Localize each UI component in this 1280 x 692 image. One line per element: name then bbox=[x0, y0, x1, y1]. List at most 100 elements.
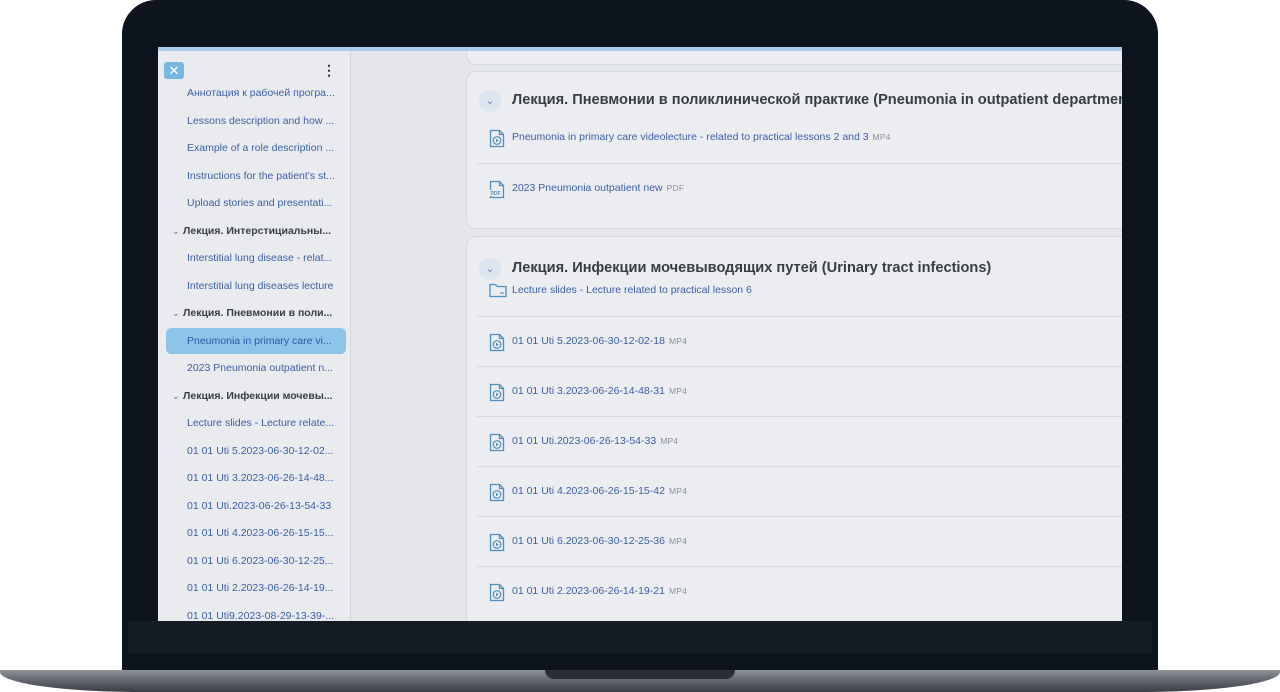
activity-name: 01 01 Uti 2.2023-06-26-14-19-21 bbox=[512, 585, 665, 597]
activity-name: Lecture slides - Lecture related to prac… bbox=[512, 284, 752, 296]
close-icon[interactable]: ✕ bbox=[164, 62, 184, 79]
course-index-section[interactable]: ⌄ Лекция. Интерстициальны... bbox=[166, 218, 346, 244]
activity-name: 01 01 Uti 6.2023-06-30-12-25-36 bbox=[512, 535, 665, 547]
course-index-section[interactable]: ⌄ Лекция. Инфекции мочевы... bbox=[166, 383, 346, 409]
svg-text:PDF: PDF bbox=[491, 191, 501, 197]
course-index-item[interactable]: 01 01 Uti 4.2023-06-26-15-15... bbox=[166, 520, 346, 546]
course-index-item[interactable]: 2023 Pneumonia outpatient n... bbox=[166, 355, 346, 381]
activity-link[interactable]: 01 01 Uti 3.2023-06-26-14-48-31 MP4 bbox=[512, 385, 687, 397]
video-file-icon bbox=[489, 383, 505, 402]
video-file-icon bbox=[489, 483, 505, 502]
course-index-label: Interstitial lung disease - relat... bbox=[187, 252, 333, 264]
course-section-card: ⌄ Лекция. Пневмонии в поликлинической пра… bbox=[466, 71, 1122, 229]
course-index-label: Лекция. Пневмонии в поли... bbox=[183, 307, 333, 319]
chevron-down-icon[interactable]: ⌄ bbox=[479, 90, 501, 112]
course-index-label: 01 01 Uti9.2023-08-29-13-39-... bbox=[187, 609, 335, 622]
activity-file-type: PDF bbox=[666, 183, 685, 193]
course-index-label: Instructions for the patient's st... bbox=[187, 169, 335, 182]
course-index-item[interactable]: 01 01 Uti9.2023-08-29-13-39-... bbox=[166, 603, 346, 622]
activity-file-type: MP4 bbox=[668, 386, 688, 396]
course-index-label: Lecture slides - Lecture relate... bbox=[187, 417, 335, 429]
activity-link[interactable]: 01 01 Uti.2023-06-26-13-54-33 MP4 bbox=[512, 435, 678, 447]
activity-link[interactable]: 2023 Pneumonia outpatient new PDF bbox=[512, 182, 684, 194]
course-index-label: Лекция. Инфекции мочевы... bbox=[183, 389, 333, 402]
activity-name: 01 01 Uti.2023-06-26-13-54-33 bbox=[512, 435, 657, 447]
course-index-label: 01 01 Uti 4.2023-06-26-15-15... bbox=[187, 527, 334, 539]
video-file-icon bbox=[489, 533, 505, 552]
course-index-label: 01 01 Uti.2023-06-26-13-54-33 bbox=[187, 499, 332, 512]
course-index-label: 01 01 Uti 3.2023-06-26-14-48... bbox=[187, 472, 334, 484]
chevron-down-icon[interactable]: ⌄ bbox=[172, 218, 183, 244]
activity-name: 01 01 Uti 5.2023-06-30-12-02-18 bbox=[512, 335, 665, 347]
activity-name: 01 01 Uti 3.2023-06-26-14-48-31 bbox=[512, 385, 665, 397]
activity-link[interactable]: 01 01 Uti 6.2023-06-30-12-25-36 MP4 bbox=[512, 535, 687, 547]
course-index-label: 2023 Pneumonia outpatient n... bbox=[187, 362, 333, 374]
activity-link[interactable]: 01 01 Uti 2.2023-06-26-14-19-21 MP4 bbox=[512, 585, 687, 597]
course-index-item[interactable]: Upload stories and presentati... bbox=[166, 190, 346, 216]
course-index-label: Lessons description and how ... bbox=[187, 114, 335, 127]
section-header[interactable]: ⌄ Лекция. Пневмонии в поликлинической пра… bbox=[479, 72, 1122, 112]
course-index-item[interactable]: Interstitial lung disease - relat... bbox=[166, 245, 346, 271]
course-index-item[interactable]: 01 01 Uti 3.2023-06-26-14-48... bbox=[166, 465, 346, 491]
course-index-item[interactable]: Аннотация к рабочей програ... bbox=[166, 80, 346, 106]
course-index-item[interactable]: Interstitial lung diseases lecture bbox=[166, 273, 346, 299]
video-file-icon bbox=[489, 129, 505, 148]
course-section-card bbox=[466, 51, 1122, 65]
course-index-item[interactable]: 01 01 Uti 2.2023-06-26-14-19... bbox=[166, 575, 346, 601]
pdf-file-icon: PDF bbox=[489, 180, 505, 199]
activity-file-type: MP4 bbox=[668, 486, 688, 496]
activity-name: Pneumonia in primary care videolecture -… bbox=[512, 131, 869, 143]
course-index-item[interactable]: Lessons description and how ... bbox=[166, 108, 346, 134]
activity-row: Lecture slides - Lecture related to prac… bbox=[477, 266, 1122, 316]
course-section-card: ⌄ Лекция. Инфекции мочевыводящих путей (U… bbox=[466, 236, 1122, 621]
course-index-item[interactable]: Lecture slides - Lecture relate... bbox=[166, 410, 346, 436]
activity-row: 01 01 Uti 6.2023-06-30-12-25-36 MP4 bbox=[477, 516, 1122, 566]
laptop-screen: ✕ ⋮ Аннотация к рабочей програ... Lessons… bbox=[158, 47, 1122, 621]
course-index-drawer: ✕ ⋮ Аннотация к рабочей програ... Lessons… bbox=[158, 51, 351, 621]
course-index-item[interactable]: 01 01 Uti.2023-06-26-13-54-33 bbox=[166, 493, 346, 519]
activity-row: 01 01 Uti 3.2023-06-26-14-48-31 MP4 bbox=[477, 366, 1122, 416]
chevron-down-icon[interactable]: ⌄ bbox=[172, 383, 183, 409]
activity-name: 01 01 Uti 4.2023-06-26-15-15-42 bbox=[512, 485, 665, 497]
course-index-label: Pneumonia in primary care vi... bbox=[187, 334, 332, 347]
course-index-item-active[interactable]: Pneumonia in primary care vi... bbox=[166, 327, 346, 354]
laptop-notch bbox=[545, 670, 735, 679]
activity-row: 01 01 Uti 5.2023-06-30-12-02-18 MP4 bbox=[477, 316, 1122, 366]
folder-icon bbox=[489, 282, 507, 301]
video-file-icon bbox=[489, 433, 505, 452]
course-index-item[interactable]: 01 01 Uti 5.2023-06-30-12-02... bbox=[166, 438, 346, 464]
section-title: Лекция. Пневмонии в поликлинической прак… bbox=[512, 92, 1122, 108]
chevron-down-icon[interactable]: ⌄ bbox=[172, 300, 183, 326]
activity-file-type: MP4 bbox=[668, 336, 688, 346]
activity-name: 2023 Pneumonia outpatient new bbox=[512, 182, 663, 194]
course-index-label: Interstitial lung diseases lecture bbox=[187, 279, 334, 292]
activity-row: PDF 2023 Pneumonia outpatient new PDF bbox=[477, 163, 1122, 213]
activity-link[interactable]: 01 01 Uti 4.2023-06-26-15-15-42 MP4 bbox=[512, 485, 687, 497]
course-index-section[interactable]: ⌄ Лекция. Пневмонии в поли... bbox=[166, 300, 346, 326]
activity-file-type: MP4 bbox=[660, 436, 679, 446]
video-file-icon bbox=[489, 333, 505, 352]
activity-row: 01 01 Uti 2.2023-06-26-14-19-21 MP4 bbox=[477, 566, 1122, 616]
course-index-label: Upload stories and presentati... bbox=[187, 197, 333, 209]
activity-link[interactable]: 01 01 Uti 5.2023-06-30-12-02-18 MP4 bbox=[512, 335, 687, 347]
activity-row: 01 01 Uti.2023-06-26-13-54-33 MP4 bbox=[477, 416, 1122, 466]
course-index-label: 01 01 Uti 6.2023-06-30-12-25... bbox=[187, 554, 334, 567]
course-index-item[interactable]: Example of a role description ... bbox=[166, 135, 346, 161]
video-file-icon bbox=[489, 583, 505, 602]
activity-file-type: MP4 bbox=[668, 586, 688, 596]
course-index-label: 01 01 Uti 2.2023-06-26-14-19... bbox=[187, 582, 334, 594]
kebab-menu-icon[interactable]: ⋮ bbox=[322, 61, 336, 79]
course-index-item[interactable]: 01 01 Uti 6.2023-06-30-12-25... bbox=[166, 548, 346, 574]
course-index-label: Example of a role description ... bbox=[187, 142, 335, 154]
activity-file-type: MP4 bbox=[872, 132, 891, 142]
course-content: ⌄ Лекция. Пневмонии в поликлинической пра… bbox=[351, 51, 1122, 621]
course-index-item[interactable]: Instructions for the patient's st... bbox=[166, 163, 346, 189]
course-index-label: Лекция. Интерстициальны... bbox=[183, 224, 331, 237]
course-index-label: Аннотация к рабочей програ... bbox=[187, 87, 335, 99]
activity-link[interactable]: Pneumonia in primary care videolecture -… bbox=[512, 131, 891, 143]
laptop-bezel bbox=[128, 621, 1152, 653]
course-index-label: 01 01 Uti 5.2023-06-30-12-02... bbox=[187, 444, 334, 457]
activity-row: 01 01 Uti 4.2023-06-26-15-15-42 MP4 bbox=[477, 466, 1122, 516]
activity-row: Pneumonia in primary care videolecture -… bbox=[477, 113, 1122, 163]
activity-link[interactable]: Lecture slides - Lecture related to prac… bbox=[512, 284, 752, 296]
